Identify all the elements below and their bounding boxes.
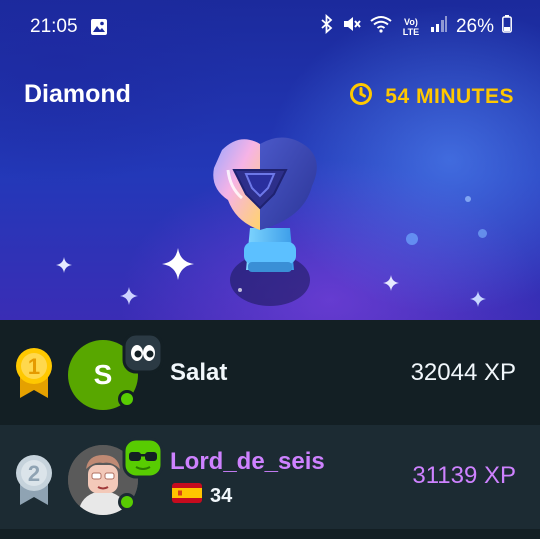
glow-dot bbox=[465, 196, 471, 202]
gallery-icon bbox=[90, 18, 108, 42]
time-remaining-label: 54 MINUTES bbox=[385, 85, 514, 108]
volte-indicator: Vo) LTE bbox=[402, 17, 420, 37]
xp-value: 32044 XP bbox=[410, 359, 516, 386]
sparkle-icon bbox=[162, 248, 194, 285]
xp-value: 31139 XP bbox=[412, 462, 516, 489]
streak-count: 34 bbox=[210, 484, 233, 507]
sparkle-icon bbox=[383, 275, 399, 296]
list-bottom-edge bbox=[0, 529, 540, 539]
leaderboard-row[interactable]: 1 S Salat 32044 XP bbox=[0, 320, 540, 424]
sparkle-icon bbox=[470, 291, 486, 312]
spain-flag-icon bbox=[172, 483, 202, 509]
eyes-face-icon bbox=[122, 332, 164, 374]
user-name: Salat bbox=[170, 359, 228, 386]
sunglasses-face-icon bbox=[122, 437, 164, 479]
silver-medal-icon: 2 bbox=[12, 451, 56, 507]
battery-icon bbox=[502, 15, 512, 39]
time-remaining: 54 MINUTES bbox=[349, 82, 514, 112]
mute-icon bbox=[342, 14, 362, 40]
online-indicator bbox=[118, 493, 136, 511]
status-indicators: Vo) LTE 26% bbox=[320, 13, 512, 40]
language-streak: 34 bbox=[172, 483, 232, 509]
clock-icon bbox=[349, 82, 373, 112]
league-hero: 21:05 Vo) LTE 26% Diamond 54 MINUTES bbox=[0, 0, 540, 320]
glow-dot bbox=[478, 229, 487, 238]
battery-percent: 26% bbox=[455, 16, 494, 37]
gold-medal-icon: 1 bbox=[12, 344, 56, 400]
rank-number: 2 bbox=[28, 461, 40, 486]
leaderboard-row-current-user[interactable]: 2 Lord_de_seis 34 31139 XP bbox=[0, 425, 540, 529]
sparkle-icon bbox=[56, 257, 72, 278]
status-time: 21:05 bbox=[30, 16, 78, 37]
glow-dot bbox=[406, 233, 418, 245]
status-bar: 21:05 Vo) LTE 26% bbox=[0, 0, 540, 52]
diamond-trophy-icon bbox=[200, 130, 340, 315]
league-title: Diamond bbox=[24, 80, 131, 108]
user-name: Lord_de_seis bbox=[170, 448, 325, 475]
bluetooth-icon bbox=[320, 13, 334, 40]
rank-number: 1 bbox=[28, 354, 40, 379]
sparkle-icon bbox=[120, 287, 138, 310]
signal-icon bbox=[430, 15, 448, 39]
wifi-icon bbox=[370, 15, 392, 39]
online-indicator bbox=[118, 390, 136, 408]
